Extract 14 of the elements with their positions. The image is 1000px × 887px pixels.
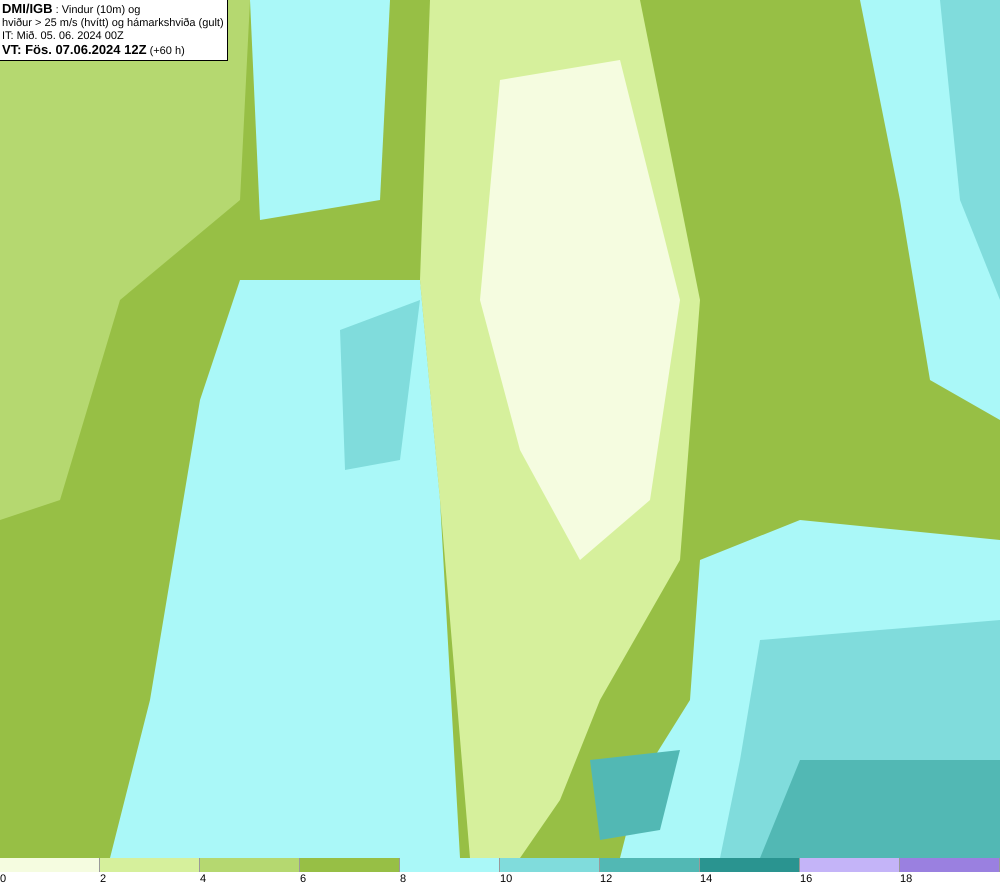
title-line: VT: Fös. 07.06.2024 12Z (+60 h)	[2, 43, 186, 58]
title-line: hviður > 25 m/s (hvítt) og hámarkshviða (gult)	[2, 17, 224, 30]
legend-label: 6	[300, 872, 306, 887]
legend-label: 10	[500, 872, 512, 887]
legend-label: 2	[100, 872, 106, 887]
title-line: DMI/IGB : Vindur (10m) og	[2, 2, 142, 17]
title-line: IT: Mið. 05. 06. 2024 00Z	[2, 30, 125, 43]
legend-label: 16	[800, 872, 812, 887]
legend-label: 4	[200, 872, 206, 887]
legend-label: 8	[400, 872, 406, 887]
legend-label: 18	[900, 872, 912, 887]
legend-label: 14	[700, 872, 712, 887]
legend-label: 0	[0, 872, 6, 887]
legend-label: 12	[600, 872, 612, 887]
